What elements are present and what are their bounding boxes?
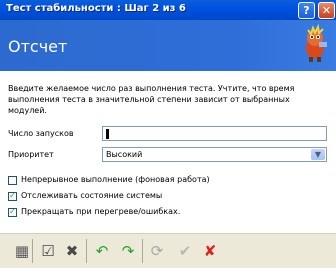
close-button[interactable]: ✕ bbox=[318, 2, 335, 19]
option-label: Отслеживать состояние системы bbox=[21, 191, 163, 200]
runs-value bbox=[106, 129, 109, 139]
mascot-icon bbox=[306, 24, 327, 62]
toolbar-separator bbox=[86, 239, 87, 263]
refresh-icon[interactable]: ⟳ bbox=[147, 241, 167, 261]
ok-icon[interactable]: ✔ bbox=[175, 241, 195, 261]
title-bar[interactable]: Тест стабильности : Шаг 2 из 6 ? ✕ bbox=[0, 0, 336, 21]
priority-value: Высокий bbox=[106, 150, 143, 159]
chevron-down-icon[interactable]: ▼ bbox=[311, 149, 325, 160]
runs-input[interactable] bbox=[102, 126, 327, 141]
back-icon[interactable]: ↶ bbox=[92, 241, 112, 261]
window-title: Тест стабильности : Шаг 2 из 6 bbox=[6, 3, 186, 14]
priority-label: Приоритет bbox=[8, 150, 54, 159]
toolbar-separator bbox=[142, 239, 143, 263]
help-button[interactable]: ? bbox=[298, 2, 315, 19]
option-label: Прекращать при перегреве/ошибках. bbox=[21, 207, 181, 216]
tools-icon[interactable]: ✖ bbox=[62, 241, 82, 261]
description-text: Введите желаемое число раз выполнения те… bbox=[8, 84, 295, 115]
option-label: Непрерывное выполнение (фоновая работа) bbox=[21, 175, 210, 184]
runs-label: Число запусков bbox=[8, 129, 74, 138]
toolbar: ▦ ☑ ✖ ↶ ↷ ⟳ ✔ ✘ bbox=[0, 233, 336, 268]
checklist-icon[interactable]: ☑ bbox=[38, 241, 58, 261]
cancel-icon[interactable]: ✘ bbox=[200, 241, 220, 261]
option-checkbox[interactable] bbox=[8, 176, 17, 185]
header-banner: Отсчет bbox=[0, 20, 336, 71]
content-panel: Введите желаемое число раз выполнения те… bbox=[0, 71, 336, 233]
calendar-icon[interactable]: ▦ bbox=[12, 241, 32, 261]
page-title: Отсчет bbox=[8, 37, 68, 56]
toolbar-separator bbox=[32, 239, 33, 263]
option-checkbox[interactable] bbox=[8, 191, 17, 201]
forward-icon[interactable]: ↷ bbox=[118, 241, 138, 261]
priority-select[interactable]: Высокий ▼ bbox=[102, 147, 327, 162]
option-checkbox[interactable] bbox=[8, 207, 17, 217]
